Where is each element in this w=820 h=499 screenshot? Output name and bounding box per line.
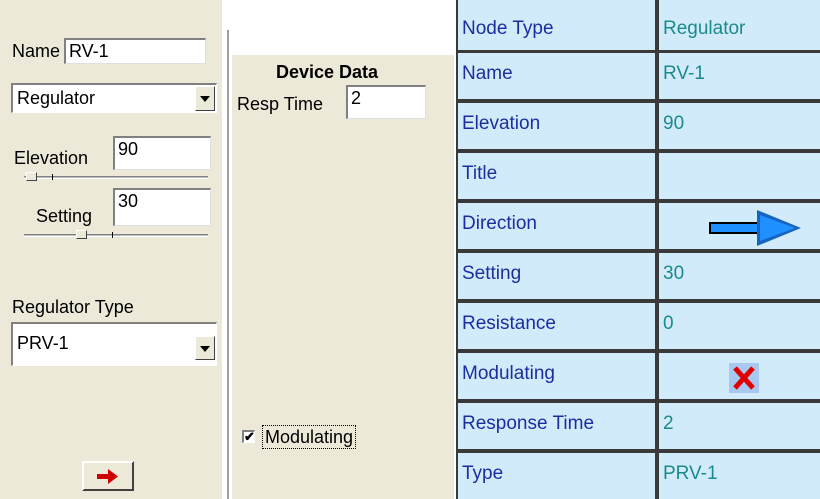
resp-time-label: Resp Time xyxy=(237,94,324,114)
name-input[interactable]: RV-1 xyxy=(64,38,206,64)
setting-slider[interactable] xyxy=(24,230,208,242)
elevation-slider[interactable] xyxy=(24,172,208,184)
node-type-value: Regulator xyxy=(17,88,96,108)
regulator-type-select[interactable]: PRV-1 xyxy=(11,322,217,366)
property-value-cell[interactable]: PRV-1 xyxy=(659,453,820,499)
regulator-type-label: Regulator Type xyxy=(12,297,134,317)
property-name-cell[interactable]: Modulating xyxy=(458,353,655,399)
property-value-cell[interactable] xyxy=(659,203,820,249)
regulator-type-value: PRV-1 xyxy=(17,333,69,353)
setting-input[interactable]: 30 xyxy=(113,188,211,226)
direction-button[interactable] xyxy=(82,461,134,491)
property-name-cell[interactable]: Name xyxy=(458,53,655,99)
property-value-cell[interactable]: Regulator xyxy=(659,0,820,50)
property-grid: Node Type Regulator Name RV-1 Elevation 90 Tit… xyxy=(456,0,820,499)
property-value-cell[interactable]: 90 xyxy=(659,103,820,149)
blue-right-arrow-icon xyxy=(709,210,801,246)
resp-time-input[interactable]: 2 xyxy=(346,85,426,119)
device-data-title: Device Data xyxy=(276,62,379,82)
property-value-cell[interactable]: 2 xyxy=(659,403,820,449)
chevron-down-icon[interactable] xyxy=(195,86,215,111)
property-value-cell[interactable]: RV-1 xyxy=(659,53,820,99)
property-value-cell[interactable]: 0 xyxy=(659,303,820,349)
elevation-label: Elevation xyxy=(14,148,89,168)
setting-label: Setting xyxy=(36,206,93,226)
modulating-checkbox[interactable]: ✔ xyxy=(242,430,255,443)
property-name-cell[interactable]: Setting xyxy=(458,253,655,299)
property-name-cell[interactable]: Direction xyxy=(458,203,655,249)
property-value-cell[interactable]: 30 xyxy=(659,253,820,299)
elevation-input[interactable]: 90 xyxy=(113,136,211,170)
name-label: Name xyxy=(12,41,61,61)
property-value-cell[interactable] xyxy=(659,353,820,399)
device-data-panel: Device Data Resp Time 2 ✔ Modulating xyxy=(232,55,454,499)
elevation-slider-thumb[interactable] xyxy=(26,172,37,181)
chevron-down-icon[interactable] xyxy=(195,336,215,360)
setting-slider-thumb[interactable] xyxy=(76,230,87,239)
property-name-cell[interactable]: Resistance xyxy=(458,303,655,349)
property-name-cell[interactable]: Title xyxy=(458,153,655,199)
red-x-icon xyxy=(729,363,759,393)
property-value-cell[interactable] xyxy=(659,153,820,199)
property-name-cell[interactable]: Node Type xyxy=(458,0,655,50)
node-type-select[interactable]: Regulator xyxy=(11,83,217,113)
node-properties-panel: Name RV-1 Regulator Elevation 90 Setting… xyxy=(0,0,222,499)
red-right-arrow-icon xyxy=(97,469,118,484)
property-name-cell[interactable]: Type xyxy=(458,453,655,499)
property-name-cell[interactable]: Response Time xyxy=(458,403,655,449)
modulating-label[interactable]: Modulating xyxy=(262,425,357,449)
panel-gap xyxy=(222,0,232,499)
property-name-cell[interactable]: Elevation xyxy=(458,103,655,149)
